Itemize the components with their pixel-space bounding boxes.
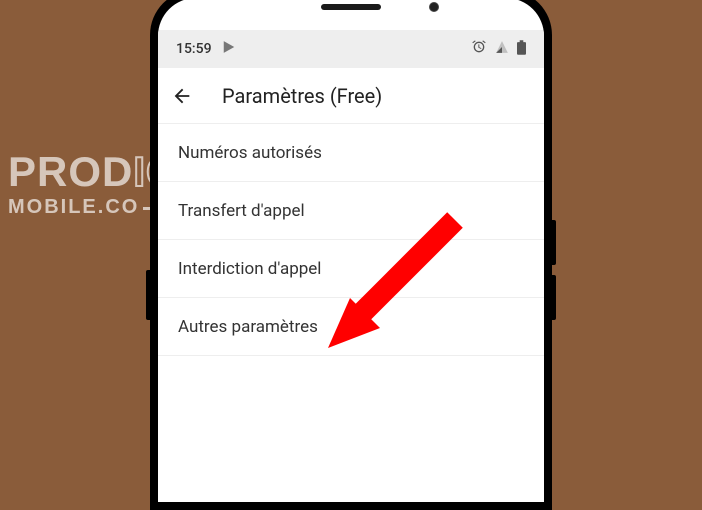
list-item-label: Transfert d'appel [178, 201, 305, 221]
phone-side-button-right-2 [552, 275, 556, 320]
list-item-autres-parametres[interactable]: Autres paramètres [158, 298, 544, 356]
phone-notch [158, 0, 544, 30]
status-time: 15:59 [176, 41, 212, 57]
back-button[interactable] [170, 84, 194, 108]
watermark-text-1a: PROD [8, 148, 133, 196]
list-item-label: Numéros autorisés [178, 143, 322, 163]
alarm-icon [471, 39, 487, 59]
phone-side-button-right-1 [552, 220, 556, 265]
phone-frame: 15:59 Paramètres (Free) [150, 0, 552, 510]
list-item-label: Autres paramètres [178, 317, 318, 337]
page-title: Paramètres (Free) [222, 84, 382, 108]
list-item-transfert-appel[interactable]: Transfert d'appel [158, 182, 544, 240]
list-item-numeros-autorises[interactable]: Numéros autorisés [158, 124, 544, 182]
list-item-label: Interdiction d'appel [178, 259, 321, 279]
play-store-icon [222, 40, 236, 58]
status-bar: 15:59 [158, 30, 544, 68]
phone-speaker [321, 4, 381, 10]
settings-list: Numéros autorisés Transfert d'appel Inte… [158, 124, 544, 502]
arrow-left-icon [171, 85, 193, 107]
phone-screen: 15:59 Paramètres (Free) [158, 0, 544, 502]
app-header: Paramètres (Free) [158, 68, 544, 124]
phone-camera [429, 2, 439, 12]
battery-icon [517, 40, 526, 59]
signal-icon [495, 40, 509, 58]
phone-side-button-left [146, 270, 150, 320]
list-item-interdiction-appel[interactable]: Interdiction d'appel [158, 240, 544, 298]
watermark-text-2: MOBILE.CO [8, 196, 139, 218]
